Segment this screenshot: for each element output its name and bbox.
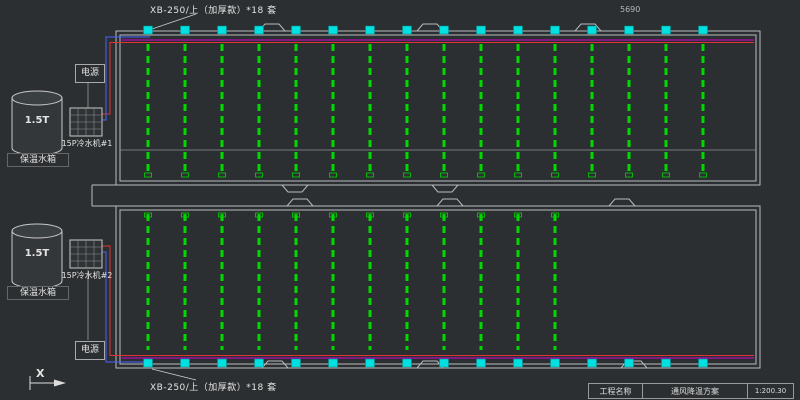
fan-unit <box>181 26 190 34</box>
duct-end-tick <box>330 173 337 177</box>
fan-unit <box>329 26 338 34</box>
fan-unit <box>588 359 597 367</box>
leader-line-bottom <box>152 369 196 380</box>
fan-unit <box>218 359 227 367</box>
fan-unit <box>699 359 708 367</box>
fan-unit <box>144 26 153 34</box>
fan-unit <box>403 359 412 367</box>
fan-unit <box>662 26 671 34</box>
fan-unit <box>477 26 486 34</box>
fan-unit <box>514 359 523 367</box>
door-notch <box>287 199 313 206</box>
top-building-outline <box>116 31 760 185</box>
fan-unit <box>625 359 634 367</box>
title-block: 工程名称 通风降温方案 1:200.30 <box>588 383 794 399</box>
fan-unit <box>477 359 486 367</box>
fan-unit <box>662 359 671 367</box>
chiller-unit-2 <box>70 240 102 268</box>
duct-end-tick <box>404 173 411 177</box>
fan-unit <box>366 359 375 367</box>
duct-end-tick <box>219 173 226 177</box>
duct-columns-layer <box>144 26 708 367</box>
door-notch <box>437 199 463 206</box>
blue-pipe-bottom <box>102 252 150 362</box>
duct-end-tick <box>700 173 707 177</box>
tank-label-2: 保温水箱 <box>7 286 69 300</box>
cad-canvas: XB-250/上（加厚款）*18 套 XB-250/上（加厚款）*18 套 56… <box>0 0 800 400</box>
door-notch <box>609 199 635 206</box>
door-notch <box>282 185 308 192</box>
x-axis-label: X <box>36 367 44 380</box>
fan-unit <box>403 26 412 34</box>
fan-unit <box>440 26 449 34</box>
tank-capacity-2: 1.5T <box>12 248 62 259</box>
fan-unit <box>366 26 375 34</box>
bottom-building-outline <box>116 206 760 368</box>
fan-unit <box>292 359 301 367</box>
fan-unit <box>255 359 264 367</box>
duct-end-tick <box>256 173 263 177</box>
red-pipe-top <box>102 43 754 115</box>
chiller-label-2: 15P冷水机#2 <box>56 270 118 281</box>
duct-end-tick <box>478 173 485 177</box>
annotation-bottom: XB-250/上（加厚款）*18 套 <box>150 380 277 393</box>
fan-unit <box>440 359 449 367</box>
fan-unit <box>588 26 597 34</box>
bottom-building-inner-wall <box>120 210 756 364</box>
power-box-1: 电源 <box>75 64 105 83</box>
tank-capacity-1: 1.5T <box>12 115 62 126</box>
title-block-scale: 1:200.30 <box>747 384 793 398</box>
blue-pipe-top <box>102 37 150 120</box>
fan-unit <box>181 359 190 367</box>
title-block-project-name: 通风降温方案 <box>643 384 747 398</box>
duct-end-tick <box>589 173 596 177</box>
fan-unit <box>551 26 560 34</box>
duct-end-tick <box>663 173 670 177</box>
annotation-top: XB-250/上（加厚款）*18 套 <box>150 3 277 16</box>
chiller-label-1: 15P冷水机#1 <box>56 138 118 149</box>
fan-unit <box>292 26 301 34</box>
duct-end-tick <box>441 173 448 177</box>
fan-unit <box>551 359 560 367</box>
duct-end-tick <box>293 173 300 177</box>
duct-end-tick <box>367 173 374 177</box>
tank-label-1: 保温水箱 <box>7 153 69 167</box>
fan-unit <box>255 26 264 34</box>
duct-end-tick <box>626 173 633 177</box>
door-notch <box>417 24 443 31</box>
fan-unit <box>329 359 338 367</box>
fan-unit <box>514 26 523 34</box>
duct-end-tick <box>515 173 522 177</box>
power-box-2: 电源 <box>75 341 105 360</box>
fan-unit <box>218 26 227 34</box>
fan-unit <box>625 26 634 34</box>
duct-end-tick <box>145 173 152 177</box>
door-notch <box>432 185 458 192</box>
fan-unit <box>144 359 153 367</box>
top-building-inner-wall <box>120 35 756 181</box>
red-pipe-bottom <box>102 246 754 356</box>
plan-drawing <box>0 0 800 400</box>
title-block-name-label: 工程名称 <box>589 384 643 398</box>
dimension-text: 5690 <box>620 5 640 14</box>
fan-unit <box>699 26 708 34</box>
duct-end-tick <box>552 173 559 177</box>
chiller-unit-1 <box>70 108 102 136</box>
duct-end-tick <box>182 173 189 177</box>
